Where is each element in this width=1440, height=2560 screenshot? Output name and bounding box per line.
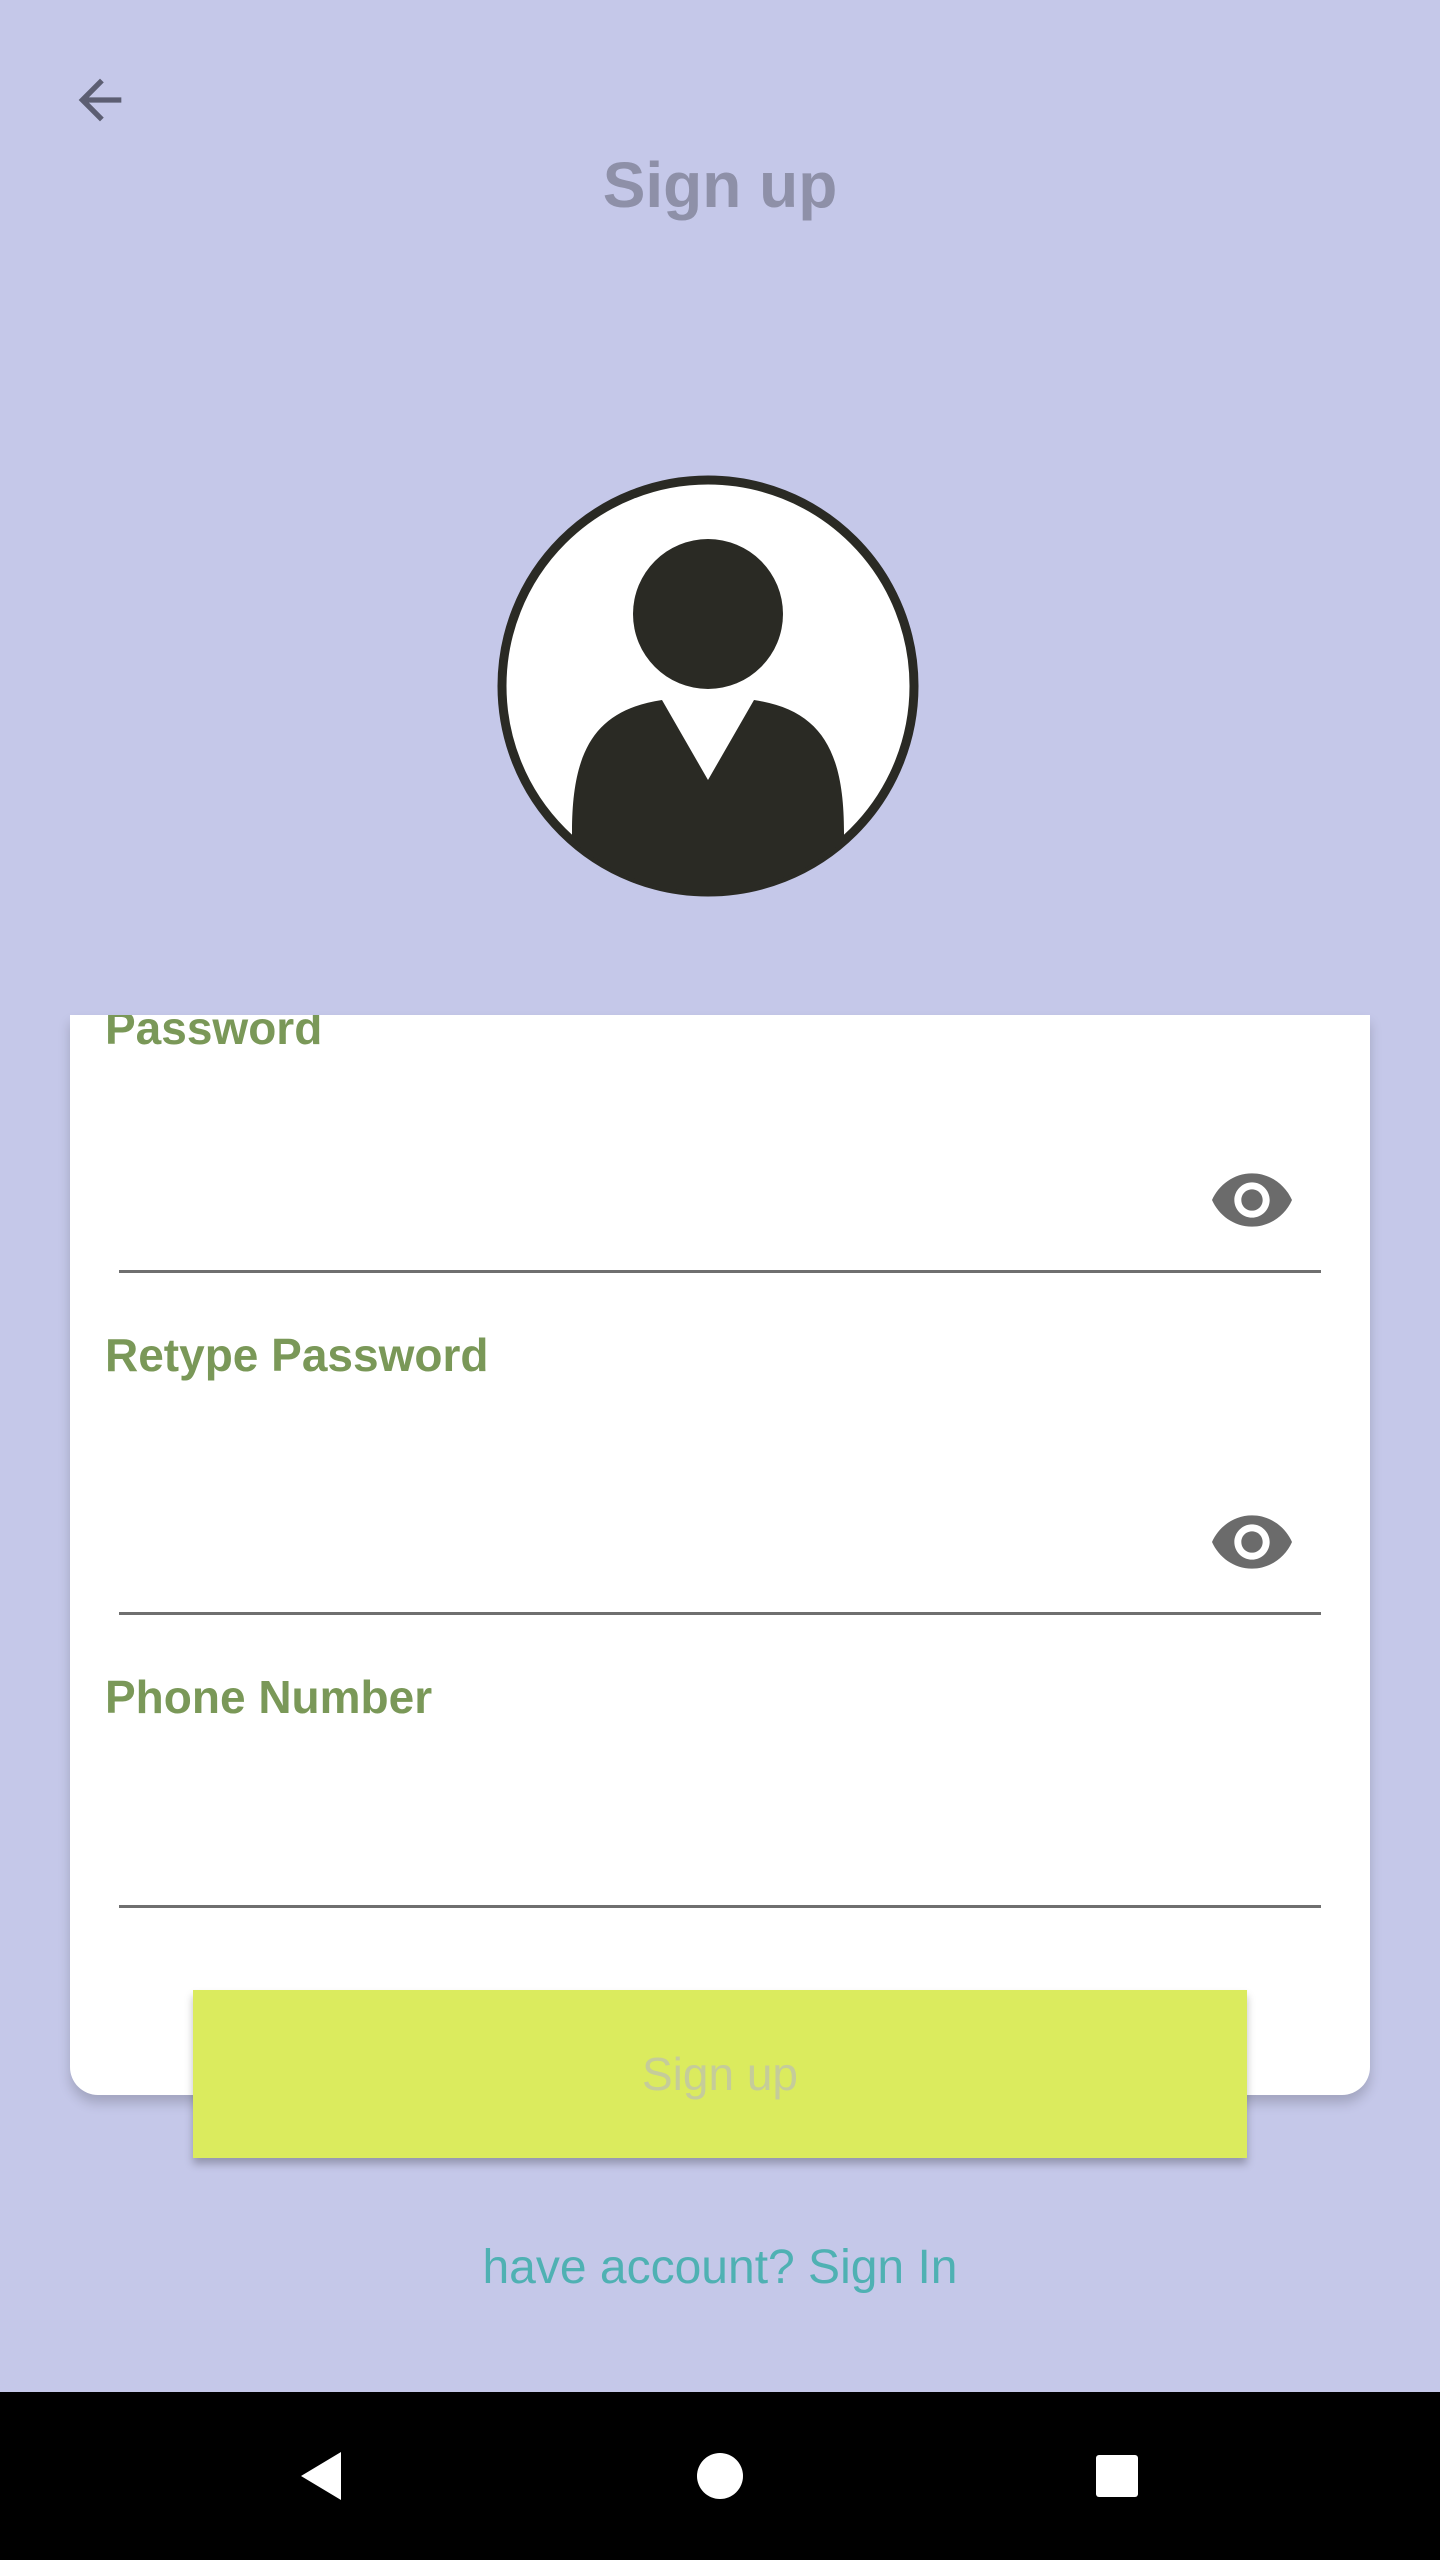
back-button[interactable] (50, 50, 150, 150)
signup-form-card: Password Retype Password Phone Number (70, 1015, 1370, 2095)
nav-home-button[interactable] (670, 2426, 770, 2526)
nav-home-icon (697, 2453, 743, 2499)
signin-link[interactable]: have account? Sign In (0, 2240, 1440, 2295)
nav-recents-icon (1096, 2455, 1138, 2497)
system-nav-bar (0, 2392, 1440, 2560)
password-field[interactable] (119, 1163, 1321, 1273)
eye-icon (1212, 1515, 1292, 1569)
nav-recents-button[interactable] (1067, 2426, 1167, 2526)
phone-number-field[interactable] (119, 1798, 1321, 1908)
retype-password-field[interactable] (119, 1505, 1321, 1615)
nav-back-button[interactable] (270, 2426, 370, 2526)
page-title: Sign up (602, 149, 838, 221)
signup-button[interactable]: Sign up (193, 1990, 1247, 2158)
user-avatar-icon (497, 475, 919, 897)
password-visibility-toggle[interactable] (1204, 1165, 1300, 1235)
eye-icon (1212, 1173, 1292, 1227)
password-label: Password (105, 1015, 323, 1054)
avatar[interactable] (494, 472, 922, 900)
phone-number-label: Phone Number (105, 1671, 433, 1723)
arrow-left-icon (78, 78, 122, 122)
retype-password-label: Retype Password (105, 1329, 489, 1381)
nav-back-icon (301, 2452, 341, 2500)
retype-password-visibility-toggle[interactable] (1204, 1507, 1300, 1577)
